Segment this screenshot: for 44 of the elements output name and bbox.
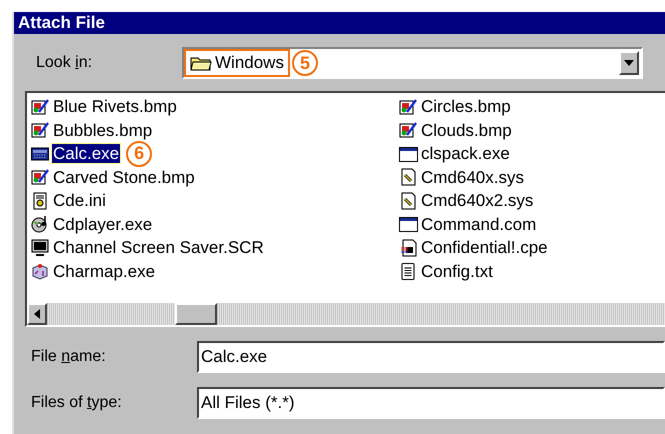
caret-icon bbox=[624, 60, 634, 66]
file-name-label: File name: bbox=[30, 348, 107, 366]
horizontal-scrollbar[interactable] bbox=[27, 303, 665, 325]
look-in-label: Look in: bbox=[35, 54, 94, 72]
document-icon bbox=[399, 238, 418, 257]
file-type-dropdown[interactable]: All Files (*.*) bbox=[197, 387, 665, 419]
file-item[interactable]: Blue Rivets.bmp bbox=[52, 97, 178, 116]
file-item[interactable]: Confidential!.cpe bbox=[420, 238, 549, 258]
file-item[interactable]: Cmd640x2.sys bbox=[420, 191, 534, 210]
folder-icon bbox=[190, 55, 212, 71]
file-item[interactable]: Charmap.exe bbox=[52, 262, 156, 281]
step-callout: 5 bbox=[292, 50, 318, 76]
paint-icon bbox=[399, 121, 418, 140]
paint-icon bbox=[31, 98, 50, 116]
file-item[interactable]: Channel Screen Saver.SCR bbox=[52, 238, 265, 258]
look-in-dropdown[interactable]: Windows 5 bbox=[182, 47, 643, 79]
paint-icon bbox=[31, 168, 50, 186]
look-in-value: Windows bbox=[215, 53, 284, 73]
paint-icon bbox=[399, 98, 418, 116]
window-title: Attach File bbox=[18, 13, 105, 33]
scroll-left-button[interactable] bbox=[27, 303, 47, 325]
file-name-field[interactable]: Calc.exe bbox=[197, 341, 665, 373]
program-window-icon bbox=[399, 215, 418, 234]
left-arrow-icon bbox=[34, 309, 40, 319]
file-item[interactable]: Circles.bmp bbox=[420, 97, 512, 116]
file-type-label: Files of type: bbox=[30, 394, 123, 412]
file-item[interactable]: Command.com bbox=[420, 214, 538, 234]
box-icon bbox=[31, 262, 50, 280]
paint-icon bbox=[31, 121, 50, 140]
file-item[interactable]: clspack.exe bbox=[420, 144, 511, 164]
file-item[interactable]: Config.txt bbox=[420, 262, 494, 281]
file-item[interactable]: Calc.exe bbox=[52, 144, 120, 164]
scroll-thumb[interactable] bbox=[175, 303, 217, 325]
file-item[interactable]: Clouds.bmp bbox=[420, 120, 513, 140]
file-item[interactable]: Carved Stone.bmp bbox=[52, 168, 196, 187]
file-item[interactable]: Cmd640x.sys bbox=[420, 168, 525, 187]
monitor-icon bbox=[31, 238, 50, 257]
file-item[interactable]: Cde.ini bbox=[52, 191, 107, 210]
calculator-icon bbox=[31, 144, 50, 163]
program-window-icon bbox=[399, 144, 418, 163]
file-item[interactable]: Cdplayer.exe bbox=[52, 214, 154, 234]
step-callout: 6 bbox=[126, 140, 152, 167]
file-item[interactable]: Bubbles.bmp bbox=[52, 120, 154, 140]
dropdown-arrow-button[interactable] bbox=[619, 51, 639, 75]
